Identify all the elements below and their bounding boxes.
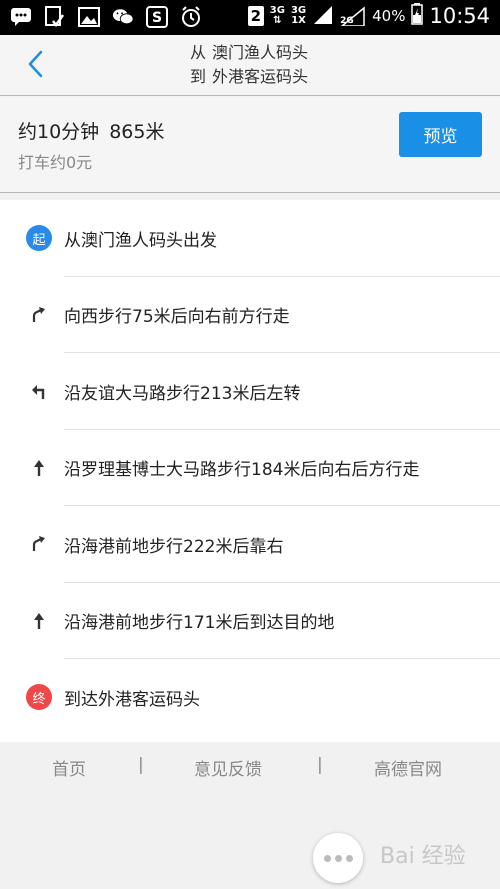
step-text: 沿友谊大马路步行213米后左转 (64, 383, 301, 404)
step-5[interactable]: 沿海港前地步行171米后到达目的地 (0, 583, 500, 659)
footer-link-feedback[interactable]: 意见反馈 (194, 755, 262, 780)
route-title: 从澳门渔人码头 到外港客运码头 (190, 41, 308, 89)
watermark: Bai 经验 (380, 844, 466, 869)
start-badge: 起 (26, 225, 52, 252)
step-text: 沿海港前地步行171米后到达目的地 (64, 613, 335, 634)
step-start[interactable]: 起 从澳门渔人码头出发 (0, 200, 500, 277)
notification-icons: S (10, 6, 202, 28)
footer-link-official-site[interactable]: 高德官网 (374, 755, 442, 780)
notification-count-badge: 2 (247, 6, 264, 26)
wechat-icon (112, 6, 134, 28)
message-icon (10, 6, 32, 28)
duration-distance: 约10分钟 865米 (18, 117, 164, 144)
check-icon (44, 6, 66, 28)
step-2[interactable]: 沿友谊大马路步行213米后左转 (0, 353, 500, 430)
dot-icon (334, 854, 342, 862)
dot-icon (323, 854, 331, 862)
s-app-icon: S (146, 6, 168, 28)
turn-right-forward-icon (26, 302, 52, 328)
network-indicator-a: 3G ⇅ (269, 5, 285, 26)
status-bar: S 2 3G ⇅ 3G 1X 2G 40% 10:54 (0, 0, 500, 35)
system-status: 2 3G ⇅ 3G 1X 2G 40% 10:54 (247, 3, 490, 29)
more-options-button[interactable] (313, 833, 363, 883)
step-4[interactable]: 沿海港前地步行222米后靠右 (0, 506, 500, 583)
signal-icon (312, 4, 334, 28)
step-text: 沿海港前地步行222米后靠右 (64, 536, 284, 557)
footer-separator: | (138, 755, 144, 775)
back-button[interactable] (18, 49, 52, 83)
preview-button[interactable]: 预览 (399, 112, 482, 157)
step-text: 向西步行75米后向右前方行走 (64, 307, 290, 328)
straight-arrow-icon (26, 455, 52, 481)
route-from: 从澳门渔人码头 (190, 43, 309, 62)
clock: 10:54 (429, 4, 490, 28)
svg-text:S: S (152, 10, 162, 26)
turn-right-forward-icon (26, 531, 52, 557)
step-text: 从澳门渔人码头出发 (64, 230, 217, 251)
footer-link-home[interactable]: 首页 (52, 755, 86, 780)
dot-icon (345, 854, 353, 862)
step-3[interactable]: 沿罗理基博士大马路步行184米后向右后方行走 (0, 430, 500, 506)
straight-arrow-icon (26, 608, 52, 634)
route-header: 从澳门渔人码头 到外港客运码头 (0, 35, 500, 96)
step-end[interactable]: 终 到达外港客运码头 (0, 659, 500, 736)
step-text: 到达外港客运码头 (64, 689, 200, 710)
route-to: 到外港客运码头 (190, 67, 309, 86)
signal-2g-icon: 2G (340, 6, 366, 27)
step-text: 沿罗理基博士大马路步行184米后向右后方行走 (64, 460, 420, 481)
step-1[interactable]: 向西步行75米后向右前方行走 (0, 277, 500, 353)
duration-text: 约10分钟 (18, 121, 100, 143)
battery-icon (411, 3, 424, 29)
image-icon (78, 6, 100, 28)
footer-separator: | (317, 755, 323, 775)
network-indicator-b: 3G 1X (290, 5, 307, 26)
turn-left-icon (26, 378, 52, 404)
distance-text: 865米 (109, 121, 165, 143)
alarm-icon (180, 6, 202, 28)
battery-percent: 40% (372, 7, 406, 25)
taxi-estimate: 打车约0元 (18, 153, 93, 172)
footer-links: 首页 | 意见反馈 | 高德官网 (0, 755, 500, 783)
chevron-left-icon (26, 49, 44, 83)
walking-steps-list: 起 从澳门渔人码头出发 向西步行75米后向右前方行走 沿友谊大马路步行213米后… (0, 200, 500, 742)
end-badge: 终 (26, 684, 52, 711)
